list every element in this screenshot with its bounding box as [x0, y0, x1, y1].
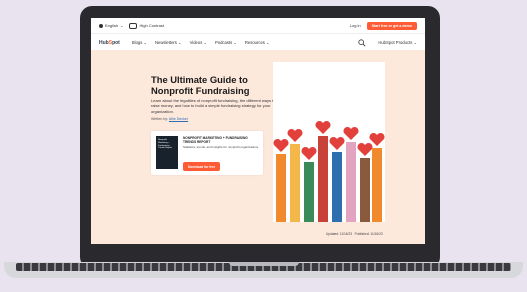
- offer-card: Nonprofit Marketing + Fundraising Trends…: [151, 131, 263, 175]
- nav-item-blogs[interactable]: Blogs ⌄: [132, 40, 147, 45]
- language-selector[interactable]: English ⌄: [99, 23, 123, 28]
- arm-2: [290, 144, 300, 222]
- hubspot-logo[interactable]: HubSpot: [99, 40, 120, 46]
- arm-3: [304, 162, 314, 222]
- hubspot-products-menu[interactable]: HubSpot Products ⌄: [378, 40, 417, 45]
- download-button[interactable]: Download for free: [183, 162, 221, 171]
- heart-icon: [329, 136, 345, 150]
- author-link[interactable]: Allie Decker: [169, 117, 188, 121]
- heart-icon: [315, 120, 331, 134]
- arm-8: [372, 148, 382, 222]
- byline: Written by: Allie Decker: [151, 117, 188, 121]
- heart-icon: [369, 132, 385, 146]
- offer-title: NONPROFIT MARKETING + FUNDRAISING TRENDS…: [183, 136, 248, 144]
- page-title: The Ultimate Guide to Nonprofit Fundrais…: [151, 74, 250, 96]
- arm-7: [360, 158, 370, 222]
- nav-item-podcasts[interactable]: Podcasts ⌄: [215, 40, 237, 45]
- language-label: English: [105, 23, 119, 28]
- report-cover: Nonprofit Marketing + Fundraising Trends…: [156, 136, 178, 169]
- globe-icon: [99, 23, 103, 28]
- offer-subtitle: Statistics, trends, and insights for non…: [183, 145, 259, 149]
- nav-item-newsletters[interactable]: Newsletters ⌄: [155, 40, 182, 45]
- written-by-label: Written by:: [151, 117, 169, 121]
- dates: Updated: 11/16/23 Published: 11/16/23: [326, 232, 383, 236]
- toggle-icon: [129, 22, 138, 29]
- login-link[interactable]: Log in: [350, 23, 361, 28]
- nav-item-videos[interactable]: Videos ⌄: [190, 40, 207, 45]
- high-contrast-label: High Contrast: [139, 23, 164, 28]
- chevron-down-icon: ⌄: [120, 23, 124, 28]
- heart-icon: [357, 142, 373, 156]
- arm-6: [346, 142, 356, 222]
- heart-icon: [273, 138, 289, 152]
- page-description: Learn about the legalities of nonprofit …: [151, 98, 276, 114]
- arm-1: [276, 154, 286, 222]
- heart-icon: [287, 128, 303, 142]
- arm-5: [332, 152, 342, 222]
- high-contrast-toggle[interactable]: High Contrast: [129, 22, 164, 29]
- published-date: Published: 11/16/23: [354, 232, 383, 236]
- arm-4: [318, 136, 328, 222]
- search-icon[interactable]: [358, 38, 366, 47]
- laptop-notch: [228, 262, 299, 266]
- hero-illustration: [273, 62, 385, 222]
- nav-item-resources[interactable]: Resources ⌄: [245, 40, 270, 45]
- updated-date: Updated: 11/16/23: [326, 232, 352, 236]
- heart-icon: [301, 146, 317, 160]
- utility-bar: English ⌄ High Contrast Log in Start fre…: [91, 18, 425, 34]
- start-free-button[interactable]: Start free or get a demo: [366, 21, 417, 30]
- laptop-base: [4, 262, 523, 278]
- browser-screen: English ⌄ High Contrast Log in Start fre…: [91, 18, 425, 244]
- heart-icon: [343, 126, 359, 140]
